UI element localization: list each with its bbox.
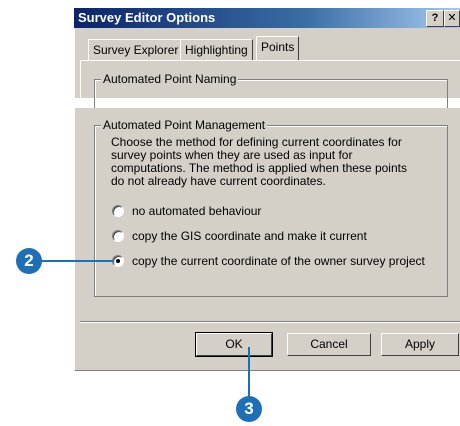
callout-step-2: 2: [16, 248, 42, 274]
tab-points[interactable]: Points: [256, 36, 300, 60]
callout-lines: [30, 260, 250, 398]
callout-step-3: 3: [236, 396, 262, 422]
